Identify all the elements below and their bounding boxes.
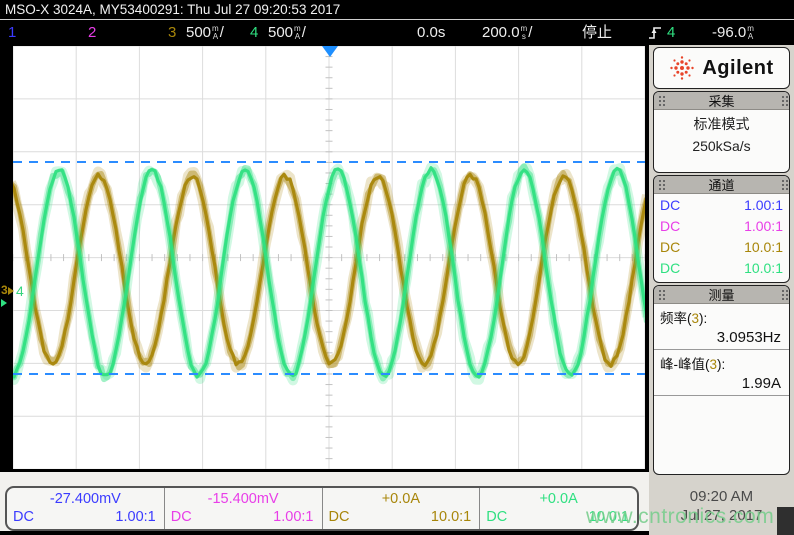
probe-ratio: 1.00:1 [273,508,313,527]
coupling-label: DC [329,508,350,527]
measurements-title: 测量 [708,285,734,304]
acquire-mode: 标准模式 [654,114,789,134]
trigger-level[interactable]: -96.0mA [712,23,755,43]
grip-icon [782,180,784,182]
channel-4-ground-label: 4 [16,284,24,298]
channel-2-status[interactable]: 2 [88,23,96,43]
coupling-label: DC [660,238,680,257]
channel-3-status[interactable]: 3 [168,23,176,43]
acquire-panel-header[interactable]: 采集 [654,92,789,110]
scope-traces [13,46,645,469]
measurement-frequency-value: 3.0953Hz [654,327,789,350]
channels-panel-header[interactable]: 通道 [654,176,789,194]
measurement-pkpk-label: 峰-峰值(3): [654,350,789,373]
channel-3-offset: +0.0A [323,490,480,508]
titlebar: MSO-X 3024A, MY53400291: Thu Jul 27 09:2… [0,0,794,20]
brand-name: Agilent [702,57,773,80]
channel-3-settings-cell[interactable]: +0.0A DC 10.0:1 [323,488,481,529]
coupling-label: DC [660,196,680,215]
date-display: Jul 27, 2017 [649,506,794,525]
channel-3-ground-marker[interactable]: 3 [1,284,14,296]
grip-icon [659,96,661,98]
channel-1-offset: -27.400mV [7,490,164,508]
channel-1-settings-cell[interactable]: -27.400mV DC 1.00:1 [7,488,165,529]
brand-panel: Agilent [653,47,790,89]
acquire-title: 采集 [708,91,734,110]
probe-ratio: 1.00:1 [744,217,783,236]
right-arrow-icon [8,287,14,295]
clock: 09:20 AM Jul 27, 2017 [649,487,794,525]
channel-4-info-row[interactable]: DC 10.0:1 [654,257,789,278]
grip-icon [659,290,661,292]
agilent-starburst-icon [669,55,695,81]
bottom-black-strip [0,531,649,535]
channel-4-scale[interactable]: 500mA/ [268,23,306,43]
channels-panel: 通道 DC 1.00:1 DC 1.00:1 DC 10.0:1 DC 10.0… [653,175,790,283]
measurements-panel: 测量 频率(3): 3.0953Hz 峰-峰值(3): 1.99A [653,285,790,475]
channel-3-info-row[interactable]: DC 10.0:1 [654,236,789,257]
measurement-pkpk-value: 1.99A [654,373,789,396]
channels-title: 通道 [708,175,734,194]
trigger-source[interactable]: 4 [667,23,675,43]
acquire-panel: 采集 标准模式 250kSa/s [653,91,790,173]
grip-icon [782,290,784,292]
waveform-display[interactable]: 4 3 [0,45,649,472]
coupling-label: DC [13,508,34,527]
sidebar: Agilent 采集 标准模式 250kSa/s 通道 DC 1.00:1 DC… [649,45,794,535]
timebase-setting[interactable]: 200.0ms/ [482,23,532,43]
trigger-time-marker[interactable] [322,46,338,57]
grip-icon [782,96,784,98]
channel-4-status[interactable]: 4 [250,23,258,43]
edge-trigger-icon [648,24,662,41]
instrument-title: MSO-X 3024A, MY53400291: Thu Jul 27 09:2… [5,2,340,17]
probe-ratio: 1.00:1 [744,196,783,215]
channel-4-ground-marker[interactable] [1,298,7,309]
probe-ratio: 10.0:1 [744,259,783,278]
coupling-label: DC [171,508,192,527]
coupling-label: DC [660,217,680,236]
graticule-area[interactable]: 4 [13,46,645,469]
measurement-frequency-label: 频率(3): [654,304,789,327]
coupling-label: DC [660,259,680,278]
probe-ratio: 1.00:1 [115,508,155,527]
channel-2-settings-cell[interactable]: -15.400mV DC 1.00:1 [165,488,323,529]
channel-3-scale[interactable]: 500mA/ [186,23,224,43]
channel-4-offset: +0.0A [480,490,637,508]
run-state[interactable]: 停止 [582,23,612,43]
channel-2-info-row[interactable]: DC 1.00:1 [654,215,789,236]
corner-block [777,507,794,535]
grip-icon [659,180,661,182]
sample-rate: 250kSa/s [654,138,789,154]
probe-ratio: 10.0:1 [431,508,471,527]
channel-4-settings-cell[interactable]: +0.0A DC 10.0:1 [480,488,637,529]
channel-settings-bar: -27.400mV DC 1.00:1 -15.400mV DC 1.00:1 … [5,486,639,531]
measurements-panel-header[interactable]: 测量 [654,286,789,304]
probe-ratio: 10.0:1 [589,508,629,527]
channel-2-offset: -15.400mV [165,490,322,508]
coupling-label: DC [486,508,507,527]
right-arrow-icon [1,299,7,307]
horizontal-delay[interactable]: 0.0s [417,23,445,43]
probe-ratio: 10.0:1 [744,238,783,257]
channel-1-status[interactable]: 1 [8,23,16,43]
status-bar: 1 2 3 500mA/ 4 500mA/ 0.0s 200.0ms/ 停止 4… [0,21,794,45]
channel-1-info-row[interactable]: DC 1.00:1 [654,194,789,215]
time-display: 09:20 AM [649,487,794,506]
